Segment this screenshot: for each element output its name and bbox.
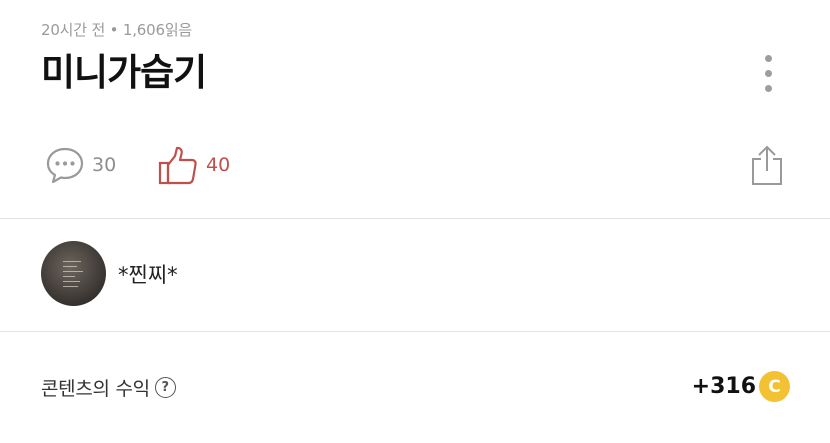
avatar: [41, 241, 106, 306]
author-profile[interactable]: *찐찌*: [41, 241, 178, 306]
revenue-amount: +316: [691, 374, 756, 399]
comment-button[interactable]: 30: [46, 146, 116, 184]
divider: [0, 218, 830, 219]
share-icon: [752, 145, 782, 185]
more-options-button[interactable]: [753, 52, 785, 96]
avatar-detail: [63, 281, 80, 282]
post-actions: 30 40: [0, 140, 830, 194]
more-vertical-icon: [765, 55, 772, 62]
read-count: 1,606읽음: [122, 21, 193, 39]
more-dot: [765, 85, 772, 92]
author-name: *찐찌*: [118, 262, 178, 287]
revenue-label: 콘텐츠의 수익: [41, 378, 150, 400]
like-count: 40: [206, 154, 231, 176]
comment-count: 30: [92, 154, 117, 176]
avatar-detail: [63, 271, 83, 272]
help-icon[interactable]: ?: [154, 377, 176, 398]
avatar-detail: [63, 286, 78, 287]
avatar-detail: [63, 266, 77, 267]
post-title: 미니가습기: [41, 51, 207, 94]
divider: [0, 331, 830, 332]
coin-icon: C: [759, 371, 790, 402]
revenue-row: 콘텐츠의 수익 ?: [41, 374, 176, 401]
like-button[interactable]: 40: [158, 145, 230, 185]
more-dot: [765, 70, 772, 77]
avatar-detail: [63, 261, 81, 262]
time-ago: 20시간 전: [41, 21, 106, 39]
comment-icon: [46, 147, 84, 184]
share-button[interactable]: [749, 144, 785, 190]
avatar-detail: [63, 276, 75, 277]
meta-separator: •: [109, 21, 119, 39]
revenue-value: +316 C: [692, 371, 790, 402]
thumbs-up-icon: [158, 146, 197, 185]
post-meta: 20시간 전 • 1,606읽음: [41, 19, 192, 40]
